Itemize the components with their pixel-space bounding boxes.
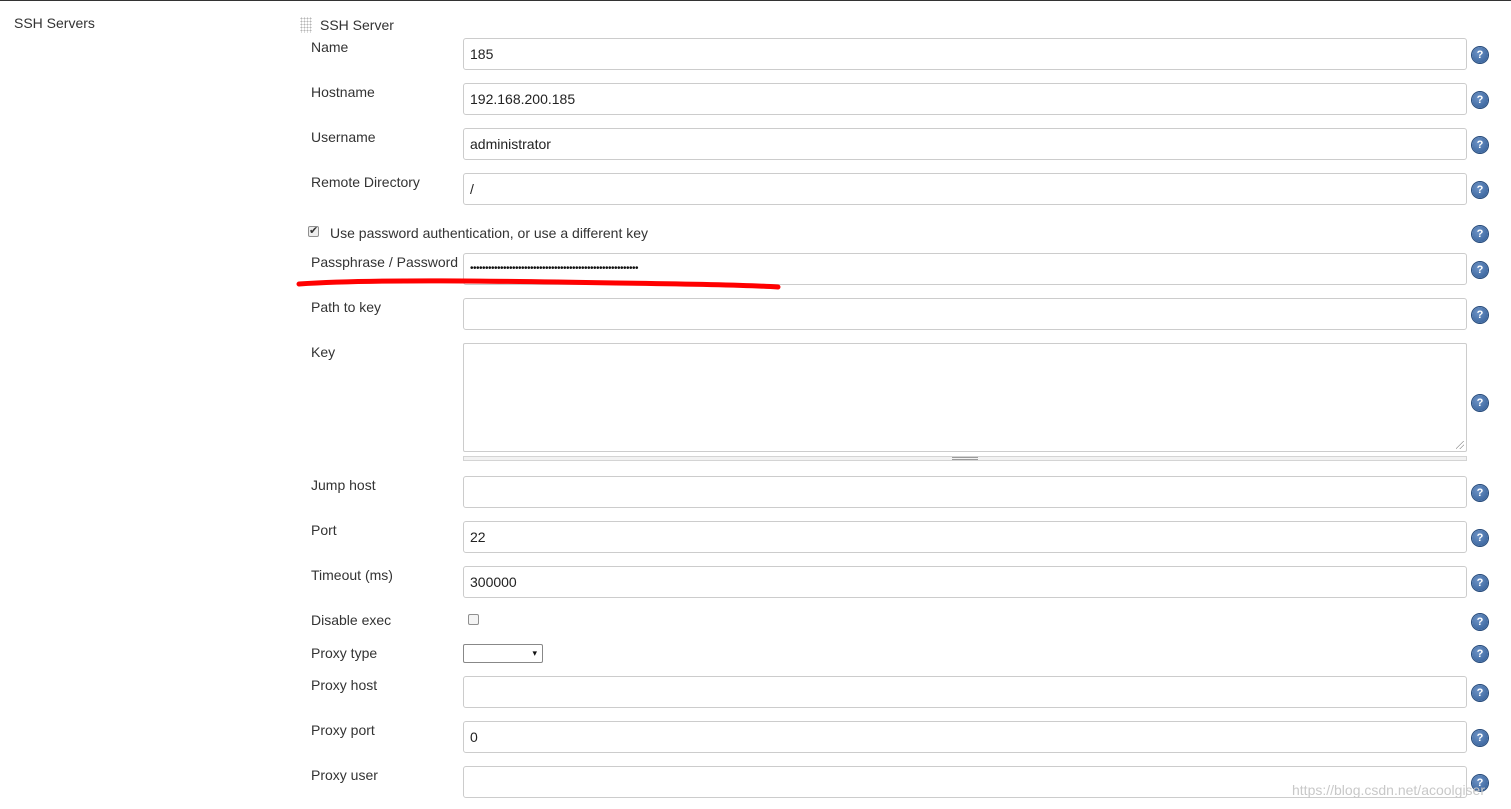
jump-host-input[interactable]	[463, 476, 1467, 508]
jump-host-label: Jump host	[311, 477, 376, 493]
proxy-port-input[interactable]: 0	[463, 721, 1467, 753]
proxy-host-input[interactable]	[463, 676, 1467, 708]
help-icon[interactable]: ?	[1472, 575, 1488, 591]
section-label-ssh-servers: SSH Servers	[14, 15, 95, 31]
help-icon[interactable]: ?	[1472, 685, 1488, 701]
help-icon[interactable]: ?	[1472, 182, 1488, 198]
passphrase-label: Passphrase / Password	[311, 254, 459, 270]
help-icon[interactable]: ?	[1472, 262, 1488, 278]
hostname-input[interactable]: 192.168.200.185	[463, 83, 1467, 115]
resize-handle-icon	[952, 457, 978, 460]
help-icon[interactable]: ?	[1472, 47, 1488, 63]
name-input[interactable]: 185	[463, 38, 1467, 70]
timeout-input[interactable]: 300000	[463, 566, 1467, 598]
drag-handle-icon[interactable]	[300, 17, 312, 33]
port-input[interactable]: 22	[463, 521, 1467, 553]
chevron-down-icon: ▾	[532, 648, 537, 658]
hostname-label: Hostname	[311, 84, 375, 100]
help-icon[interactable]: ?	[1472, 395, 1488, 411]
path-to-key-input[interactable]	[463, 298, 1467, 330]
proxy-type-select[interactable]: ▾	[463, 644, 543, 663]
resize-grip-icon[interactable]	[1456, 441, 1464, 449]
port-label: Port	[311, 522, 337, 538]
help-icon[interactable]: ?	[1472, 226, 1488, 242]
server-block-header: SSH Server	[300, 17, 394, 33]
help-icon[interactable]: ?	[1472, 485, 1488, 501]
proxy-user-label: Proxy user	[311, 767, 378, 783]
help-icon[interactable]: ?	[1472, 614, 1488, 630]
disable-exec-label: Disable exec	[311, 612, 392, 628]
help-icon[interactable]: ?	[1472, 307, 1488, 323]
help-icon[interactable]: ?	[1472, 646, 1488, 662]
use-password-label: Use password authentication, or use a di…	[330, 225, 649, 241]
watermark: https://blog.csdn.net/acoolgiser	[1292, 782, 1486, 798]
key-label: Key	[311, 344, 336, 360]
checkmark-icon: ✔	[309, 225, 319, 237]
help-icon[interactable]: ?	[1472, 92, 1488, 108]
name-label: Name	[311, 39, 349, 55]
textarea-resize-handle[interactable]	[463, 456, 1467, 461]
timeout-label: Timeout (ms)	[311, 567, 393, 583]
proxy-port-label: Proxy port	[311, 722, 375, 738]
proxy-host-label: Proxy host	[311, 677, 378, 693]
username-input[interactable]: administrator	[463, 128, 1467, 160]
remote-directory-label: Remote Directory	[311, 174, 420, 190]
help-icon[interactable]: ?	[1472, 137, 1488, 153]
proxy-type-label: Proxy type	[311, 645, 378, 661]
server-block-title: SSH Server	[320, 17, 394, 33]
disable-exec-checkbox[interactable]	[468, 614, 479, 625]
key-textarea[interactable]	[463, 343, 1467, 452]
path-to-key-label: Path to key	[311, 299, 382, 315]
use-password-checkbox[interactable]: ✔	[308, 225, 319, 237]
username-label: Username	[311, 129, 376, 145]
help-icon[interactable]: ?	[1472, 530, 1488, 546]
top-divider	[0, 0, 1511, 1]
help-icon[interactable]: ?	[1472, 730, 1488, 746]
remote-directory-input[interactable]: /	[463, 173, 1467, 205]
red-underline-annotation	[296, 278, 781, 290]
